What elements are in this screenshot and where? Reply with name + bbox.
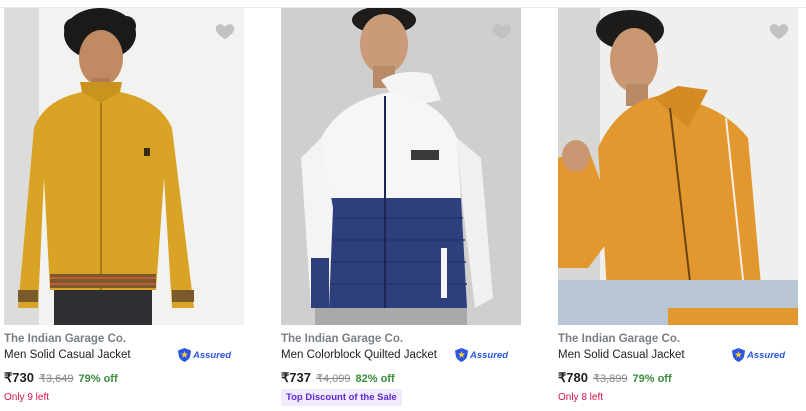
price-row: ₹780 ₹3,899 79% off	[558, 370, 672, 386]
product-title[interactable]: Men Solid Casual Jacket	[4, 349, 131, 361]
selling-price: ₹730	[4, 370, 34, 385]
product-image[interactable]	[558, 8, 798, 325]
product-title[interactable]: Men Solid Casual Jacket	[558, 349, 685, 361]
product-brand[interactable]: The Indian Garage Co.	[558, 333, 680, 345]
stock-note: Only 8 left	[558, 392, 604, 403]
selling-price: ₹780	[558, 370, 588, 385]
assured-label: Assured	[193, 349, 232, 361]
original-price: ₹3,649	[38, 373, 74, 385]
discount-percent: 82% off	[355, 373, 395, 385]
wishlist-heart-icon[interactable]	[768, 20, 790, 42]
assured-badge: Assured	[455, 347, 508, 363]
assured-shield-icon	[732, 348, 745, 362]
assured-badge: Assured	[732, 347, 785, 363]
product-card[interactable]: The Indian Garage Co. Men Solid Casual J…	[558, 0, 798, 411]
price-row: ₹730 ₹3,649 79% off	[4, 370, 118, 386]
wishlist-heart-icon[interactable]	[491, 20, 513, 42]
product-card[interactable]: The Indian Garage Co. Men Solid Casual J…	[4, 0, 244, 411]
assured-label: Assured	[470, 349, 509, 361]
selling-price: ₹737	[281, 370, 311, 385]
original-price: ₹3,899	[592, 373, 628, 385]
original-price: ₹4,099	[315, 373, 351, 385]
product-brand[interactable]: The Indian Garage Co.	[4, 333, 126, 345]
top-discount-badge: Top Discount of the Sale	[281, 389, 402, 406]
product-title[interactable]: Men Colorblock Quilted Jacket	[281, 349, 437, 361]
discount-percent: 79% off	[78, 373, 118, 385]
assured-label: Assured	[747, 349, 786, 361]
product-card[interactable]: The Indian Garage Co. Men Colorblock Qui…	[281, 0, 521, 411]
product-brand[interactable]: The Indian Garage Co.	[281, 333, 403, 345]
assured-shield-icon	[178, 348, 191, 362]
discount-percent: 79% off	[632, 373, 672, 385]
stock-note: Only 9 left	[4, 392, 50, 403]
price-row: ₹737 ₹4,099 82% off	[281, 370, 395, 386]
product-image[interactable]	[281, 8, 521, 325]
assured-badge: Assured	[178, 347, 231, 363]
wishlist-heart-icon[interactable]	[214, 20, 236, 42]
product-image[interactable]	[4, 8, 244, 325]
assured-shield-icon	[455, 348, 468, 362]
